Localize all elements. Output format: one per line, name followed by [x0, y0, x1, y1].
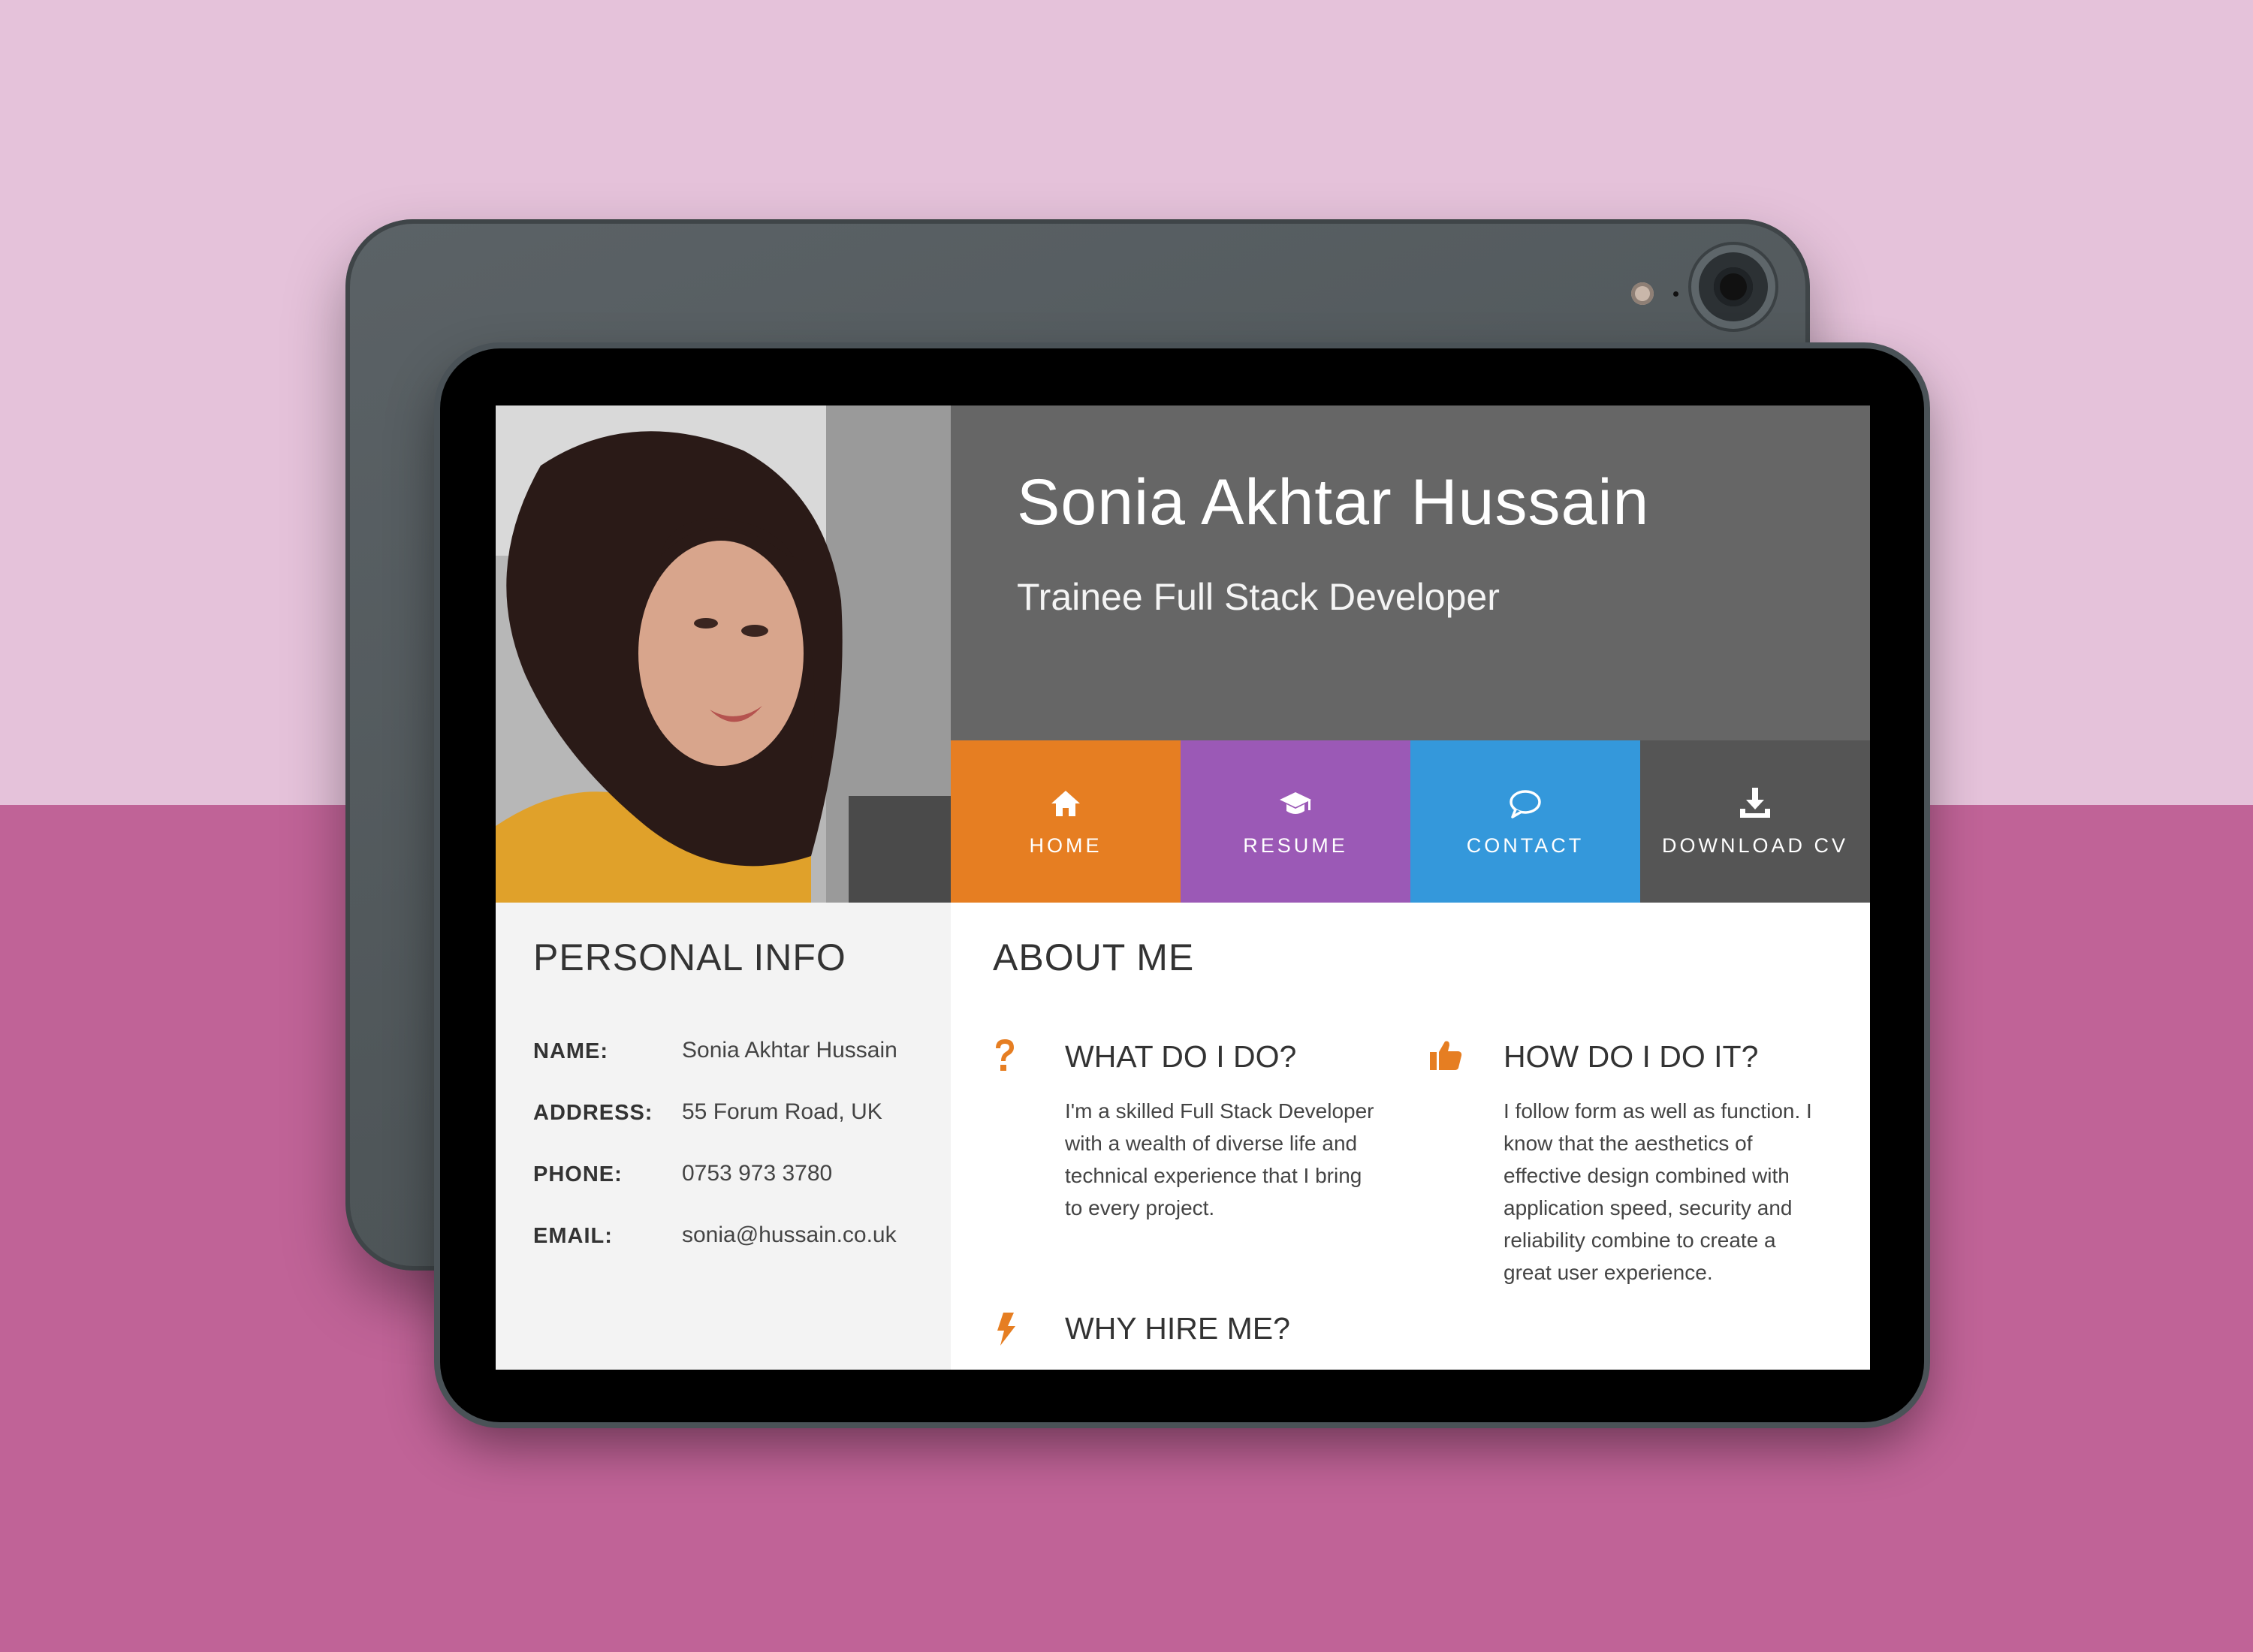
- website-screen: Sonia Akhtar Hussain Trainee Full Stack …: [496, 405, 1870, 1370]
- info-row-address: ADDRESS: 55 Forum Road, UK: [533, 1099, 939, 1138]
- feature-text-line: with a wealth of diverse life and: [1065, 1132, 1358, 1155]
- feature-text-how: I follow form as well as function. I kno…: [1504, 1095, 1856, 1289]
- camera-flash: [1631, 282, 1654, 305]
- nav-resume-label: RESUME: [1243, 834, 1348, 857]
- feature-title-how: HOW DO I DO IT?: [1504, 1039, 1759, 1074]
- main-navigation: HOME RESUME CONTACT DOWNLOAD CV: [951, 740, 1870, 903]
- info-row-phone: PHONE: 0753 973 3780: [533, 1161, 939, 1200]
- camera-icon: [1699, 252, 1768, 321]
- info-row-name: NAME: Sonia Akhtar Hussain: [533, 1038, 939, 1077]
- personal-info-title: PERSONAL INFO: [533, 936, 846, 978]
- info-value[interactable]: sonia@hussain.co.uk: [682, 1222, 897, 1248]
- nav-home[interactable]: HOME: [951, 740, 1181, 903]
- info-value: Sonia Akhtar Hussain: [682, 1038, 897, 1063]
- feature-text-line: know that the aesthetics of: [1504, 1132, 1753, 1155]
- feature-text-line: I'm a skilled Full Stack Developer: [1065, 1099, 1374, 1123]
- info-value: 55 Forum Road, UK: [682, 1099, 882, 1124]
- feature-text-line: I follow form as well as function. I: [1504, 1099, 1812, 1123]
- feature-text-line: reliability combine to create a: [1504, 1228, 1776, 1252]
- feature-text-line: to every project.: [1065, 1196, 1215, 1219]
- nav-contact[interactable]: CONTACT: [1410, 740, 1640, 903]
- feature-text-line: application speed, security and: [1504, 1196, 1793, 1219]
- info-label: EMAIL:: [533, 1224, 613, 1248]
- download-icon: [1740, 787, 1770, 818]
- nav-download-cv[interactable]: DOWNLOAD CV: [1640, 740, 1870, 903]
- page-title: Sonia Akhtar Hussain: [1017, 466, 1650, 538]
- feature-title-why: WHY HIRE ME?: [1065, 1311, 1290, 1346]
- nav-resume[interactable]: RESUME: [1181, 740, 1410, 903]
- about-me-panel: ABOUT ME WHAT DO I DO? I'm a skilled Ful…: [951, 903, 1870, 1370]
- profile-photo: [496, 405, 951, 903]
- header-panel: Sonia Akhtar Hussain Trainee Full Stack …: [951, 405, 1870, 740]
- job-title: Trainee Full Stack Developer: [1017, 576, 1500, 618]
- info-row-email: EMAIL: sonia@hussain.co.uk: [533, 1222, 939, 1262]
- feature-text-line: effective design combined with: [1504, 1164, 1790, 1187]
- info-label: NAME:: [533, 1039, 609, 1063]
- info-value[interactable]: 0753 973 3780: [682, 1161, 832, 1186]
- nav-download-cv-label: DOWNLOAD CV: [1661, 834, 1849, 857]
- info-label: PHONE:: [533, 1162, 623, 1186]
- home-icon: [1051, 790, 1080, 816]
- thumbs-up-icon: [1430, 1041, 1462, 1070]
- personal-info-panel: PERSONAL INFO NAME: Sonia Akhtar Hussain…: [496, 903, 951, 1370]
- question-mark-icon: [996, 1039, 1014, 1071]
- nav-contact-label: CONTACT: [1466, 834, 1585, 857]
- speech-bubble-icon: [1510, 789, 1541, 818]
- info-label: ADDRESS:: [533, 1101, 653, 1125]
- nav-home-label: HOME: [1029, 834, 1102, 857]
- feature-title-what: WHAT DO I DO?: [1065, 1039, 1297, 1074]
- feature-text-line: technical experience that I bring: [1065, 1164, 1362, 1187]
- graduation-cap-icon: [1280, 791, 1311, 814]
- feature-text-what: I'm a skilled Full Stack Developer with …: [1065, 1095, 1395, 1224]
- about-me-title: ABOUT ME: [993, 936, 1195, 978]
- lightning-bolt-icon: [997, 1313, 1015, 1346]
- camera-microphone: [1673, 291, 1678, 297]
- feature-text-line: great user experience.: [1504, 1261, 1713, 1284]
